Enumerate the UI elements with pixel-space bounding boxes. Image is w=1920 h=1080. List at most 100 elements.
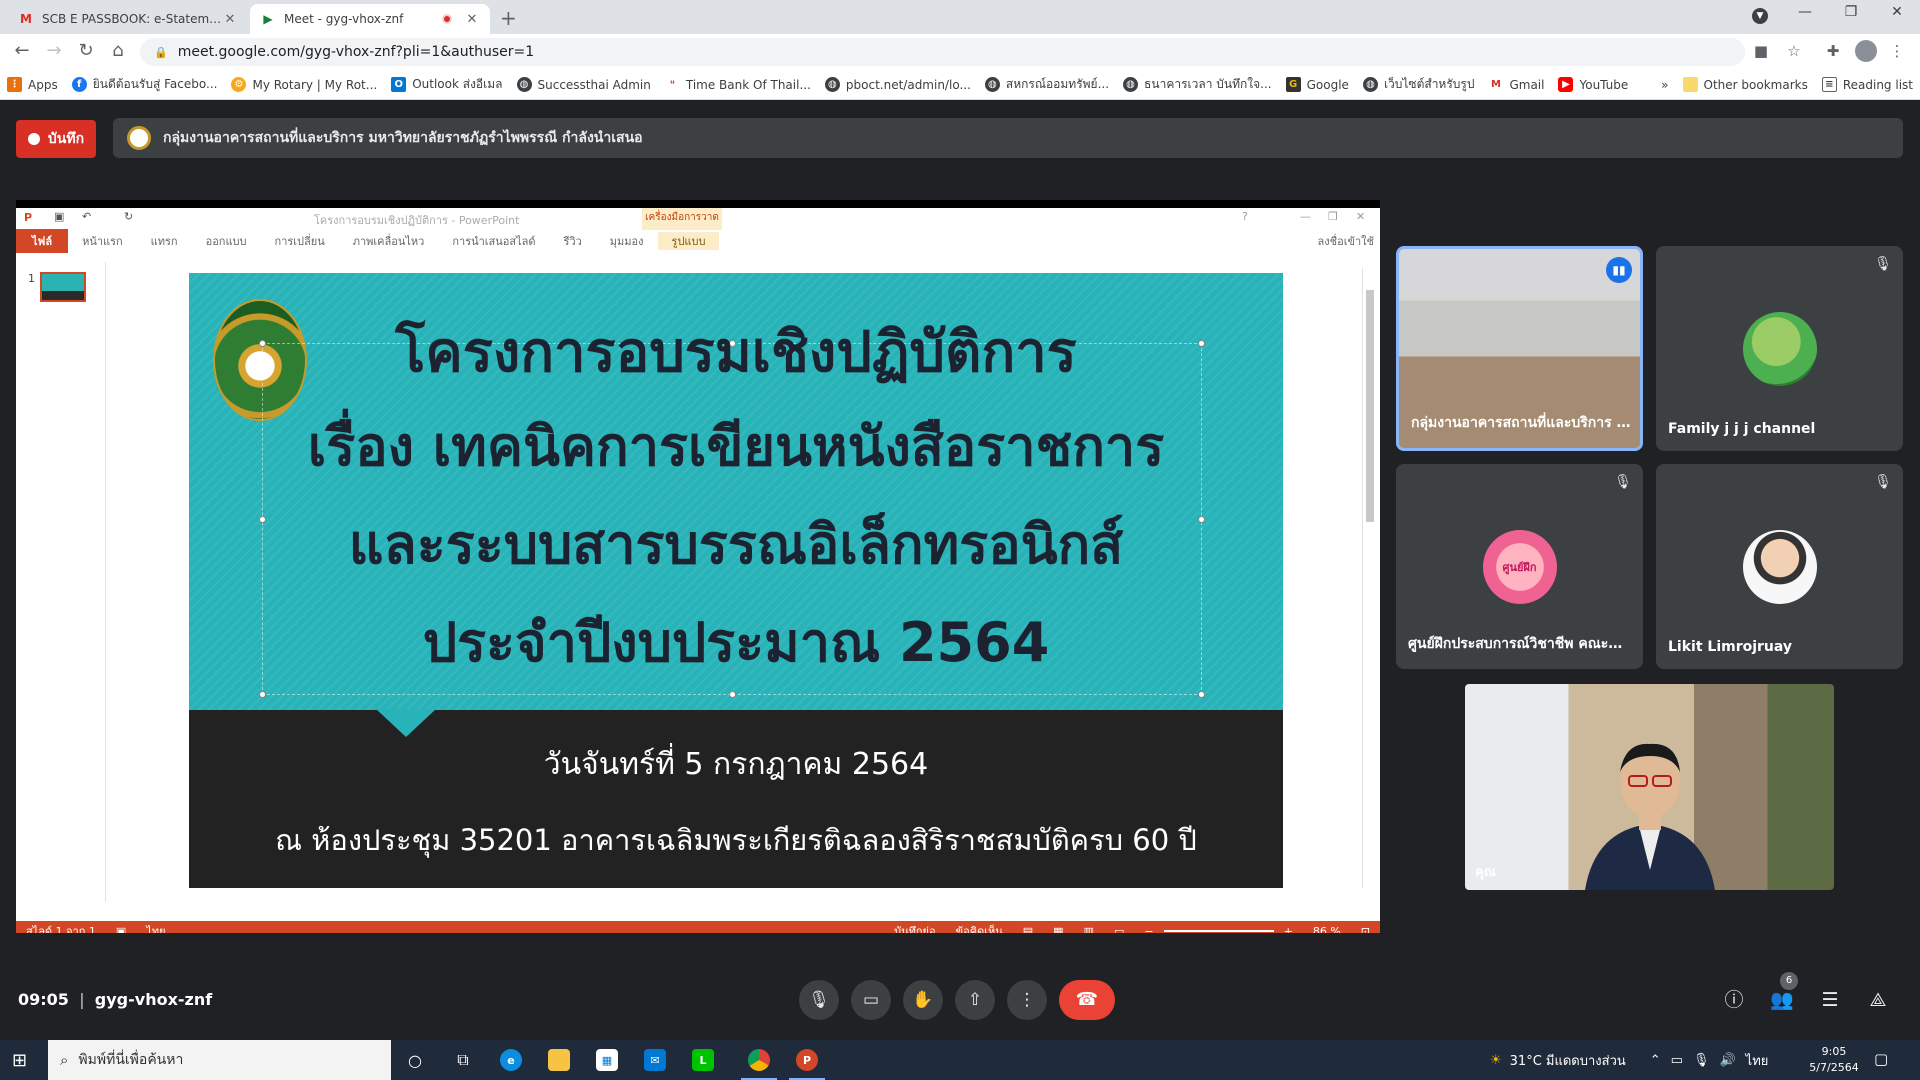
bookmark-apps[interactable]: ⋮ Apps (0, 77, 65, 92)
ribbon-tab-review[interactable]: รีวิว (550, 232, 596, 250)
participant-tile[interactable]: 🎙 Family j j j channel (1656, 246, 1903, 451)
restore-button[interactable]: ❐ (1828, 4, 1874, 20)
status-notes-button[interactable]: บันทึกย่อ (884, 922, 945, 933)
reading-view-icon[interactable]: ▥ (1074, 925, 1104, 934)
ribbon-tab-design[interactable]: ออกแบบ (192, 232, 261, 250)
slide-thumbnail[interactable] (40, 272, 86, 302)
profile-avatar[interactable] (1855, 40, 1877, 62)
bookmark-photo-site[interactable]: ◍ เว็บไซต์สำหรับรูป (1356, 75, 1482, 94)
microphone-button[interactable]: 🎙 (799, 980, 839, 1020)
raise-hand-button[interactable]: ✋ (903, 980, 943, 1020)
bookmark-timebank[interactable]: ᵘ Time Bank Of Thail... (658, 77, 818, 92)
tab-meet[interactable]: ▶ Meet - gyg-vhox-znf ✕ (250, 4, 490, 34)
ppt-signin[interactable]: ลงชื่อเข้าใช้ (1318, 232, 1380, 250)
participant-tile[interactable]: 🎙 ศูนย์ฝึก ศูนย์ฝึกประสบการณ์วิชาชีพ คณะ… (1396, 464, 1643, 669)
mic-tray-icon[interactable]: 🎙 (1693, 1053, 1710, 1068)
zoom-slider[interactable] (1163, 930, 1274, 932)
ribbon-tab-view[interactable]: มุมมอง (596, 232, 658, 250)
chrome-icon[interactable] (737, 1045, 781, 1080)
tray-chevron-icon[interactable]: ⌃ (1650, 1053, 1661, 1068)
bookmark-other[interactable]: Other bookmarks (1676, 77, 1815, 92)
help-icon[interactable]: ? (1242, 210, 1248, 223)
present-screen-button[interactable]: ⇧ (955, 980, 995, 1020)
bookmark-successthai[interactable]: ◍ Successthai Admin (510, 77, 658, 92)
home-button[interactable]: ⌂ (106, 40, 130, 61)
volume-icon[interactable]: 🔊 (1719, 1053, 1735, 1068)
tab-search-icon[interactable]: ▼ (1752, 8, 1768, 24)
weather-text[interactable]: 31°C มีแดดบางส่วน (1510, 1050, 1626, 1071)
camera-button[interactable]: ▭ (851, 980, 891, 1020)
zoom-out-icon[interactable]: − (1134, 925, 1163, 934)
windows-start-icon[interactable]: ⊞ (12, 1050, 27, 1071)
participant-tile[interactable]: 🎙 Likit Limrojruay (1656, 464, 1903, 669)
cortana-icon[interactable]: ○ (393, 1045, 437, 1075)
bookmark-coop[interactable]: ◍ สหกรณ์ออมทรัพย์... (978, 75, 1116, 94)
input-language[interactable]: ไทย (1746, 1050, 1769, 1071)
chat-button[interactable]: ☰ (1816, 986, 1844, 1014)
status-language[interactable]: ไทย (136, 922, 175, 933)
ppt-scrollbar-thumb[interactable] (1366, 290, 1374, 522)
bookmark-timebank-th[interactable]: ◍ ธนาคารเวลา บันทึกใจ... (1116, 75, 1279, 94)
new-tab-button[interactable]: + (500, 6, 517, 30)
ribbon-tab-home[interactable]: หน้าแรก (68, 232, 137, 250)
resize-handle[interactable] (259, 691, 266, 698)
leave-call-button[interactable]: ☎ (1059, 980, 1115, 1020)
ribbon-tab-format[interactable]: รูปแบบ (657, 232, 720, 250)
close-window-button[interactable]: ✕ (1874, 4, 1920, 20)
resize-handle[interactable] (729, 691, 736, 698)
zoom-level[interactable]: 86 % (1303, 925, 1351, 934)
camera-in-use-icon[interactable]: ■ (1750, 42, 1772, 60)
back-button[interactable]: ← (10, 40, 34, 61)
status-comments-button[interactable]: ข้อคิดเห็น (946, 922, 1013, 933)
more-options-button[interactable]: ⋮ (1007, 980, 1047, 1020)
ppt-restore-button[interactable]: ❐ (1328, 210, 1338, 223)
extensions-icon[interactable]: ✚ (1822, 42, 1844, 60)
store-icon[interactable]: ▦ (585, 1045, 629, 1075)
minimize-button[interactable]: — (1782, 4, 1828, 20)
zoom-in-icon[interactable]: + (1274, 925, 1303, 934)
notification-icon[interactable]: ▢ (1874, 1050, 1888, 1068)
meeting-details-button[interactable]: ⓘ (1720, 986, 1748, 1014)
participant-tile-presenter[interactable]: ▮▮ กลุ่มงานอาคารสถานที่และบริการ ม... (1396, 246, 1643, 451)
reading-list-button[interactable]: ≡ Reading list (1815, 77, 1920, 92)
fit-to-window-icon[interactable]: ⊡ (1351, 925, 1380, 934)
bookmark-google[interactable]: G Google (1279, 77, 1356, 92)
ppt-close-button[interactable]: ✕ (1356, 210, 1365, 223)
bookmark-outlook[interactable]: O Outlook ส่งอีเมล (384, 75, 509, 94)
people-button[interactable]: 👥 (1768, 986, 1796, 1014)
line-app-icon[interactable]: L (681, 1045, 725, 1075)
bookmark-youtube[interactable]: ▶ YouTube (1551, 77, 1635, 92)
forward-button[interactable]: → (42, 40, 66, 61)
edge-icon[interactable]: e (489, 1045, 533, 1075)
redo-icon[interactable]: ↻ (124, 210, 133, 223)
system-clock[interactable]: 9:05 5/7/2564 (1804, 1044, 1864, 1076)
bookmark-gmail[interactable]: M Gmail (1481, 77, 1551, 92)
taskbar-search-box[interactable]: ⌕ พิมพ์ที่นี่เพื่อค้นหา (48, 1040, 391, 1080)
powerpoint-taskbar-icon[interactable]: P (785, 1045, 829, 1080)
close-icon[interactable]: ✕ (222, 12, 238, 27)
ribbon-tab-file[interactable]: ไฟล์ (16, 229, 69, 253)
tab-scb-passbook[interactable]: M SCB E PASSBOOK: e-Statement - ✕ (8, 4, 248, 34)
mail-icon[interactable]: ✉ (633, 1045, 677, 1075)
ribbon-tab-transitions[interactable]: การเปลี่ยน (261, 232, 339, 250)
slideshow-icon[interactable]: ▭ (1104, 925, 1134, 934)
address-bar[interactable]: 🔒 meet.google.com/gyg-vhox-znf?pli=1&aut… (140, 38, 1745, 66)
file-explorer-icon[interactable] (537, 1045, 581, 1075)
save-icon[interactable]: ▣ (54, 210, 64, 223)
bookmark-star-icon[interactable]: ☆ (1783, 42, 1805, 60)
recording-button[interactable]: บันทึก (16, 120, 96, 158)
bookmark-rotary[interactable]: ⚙ My Rotary | My Rot... (224, 77, 384, 92)
close-icon[interactable]: ✕ (464, 12, 480, 27)
bookmark-facebook[interactable]: f ยินดีต้อนรับสู่ Facebo... (65, 75, 225, 94)
ribbon-tab-insert[interactable]: แทรก (137, 232, 192, 250)
bookmarks-overflow-button[interactable]: » (1654, 78, 1675, 92)
ribbon-tab-slideshow[interactable]: การนำเสนอสไลด์ (438, 232, 549, 250)
activities-button[interactable]: ⟁ (1864, 986, 1892, 1014)
network-icon[interactable]: ▭ (1671, 1053, 1683, 1068)
reload-button[interactable]: ↻ (74, 40, 98, 61)
self-view-tile[interactable]: คุณ (1465, 684, 1834, 890)
ppt-minimize-button[interactable]: — (1300, 210, 1311, 223)
slide-sorter-icon[interactable]: ▦ (1043, 925, 1073, 934)
ribbon-tab-animations[interactable]: ภาพเคลื่อนไหว (339, 232, 439, 250)
bookmark-pboct[interactable]: ◍ pboct.net/admin/lo... (818, 77, 978, 92)
